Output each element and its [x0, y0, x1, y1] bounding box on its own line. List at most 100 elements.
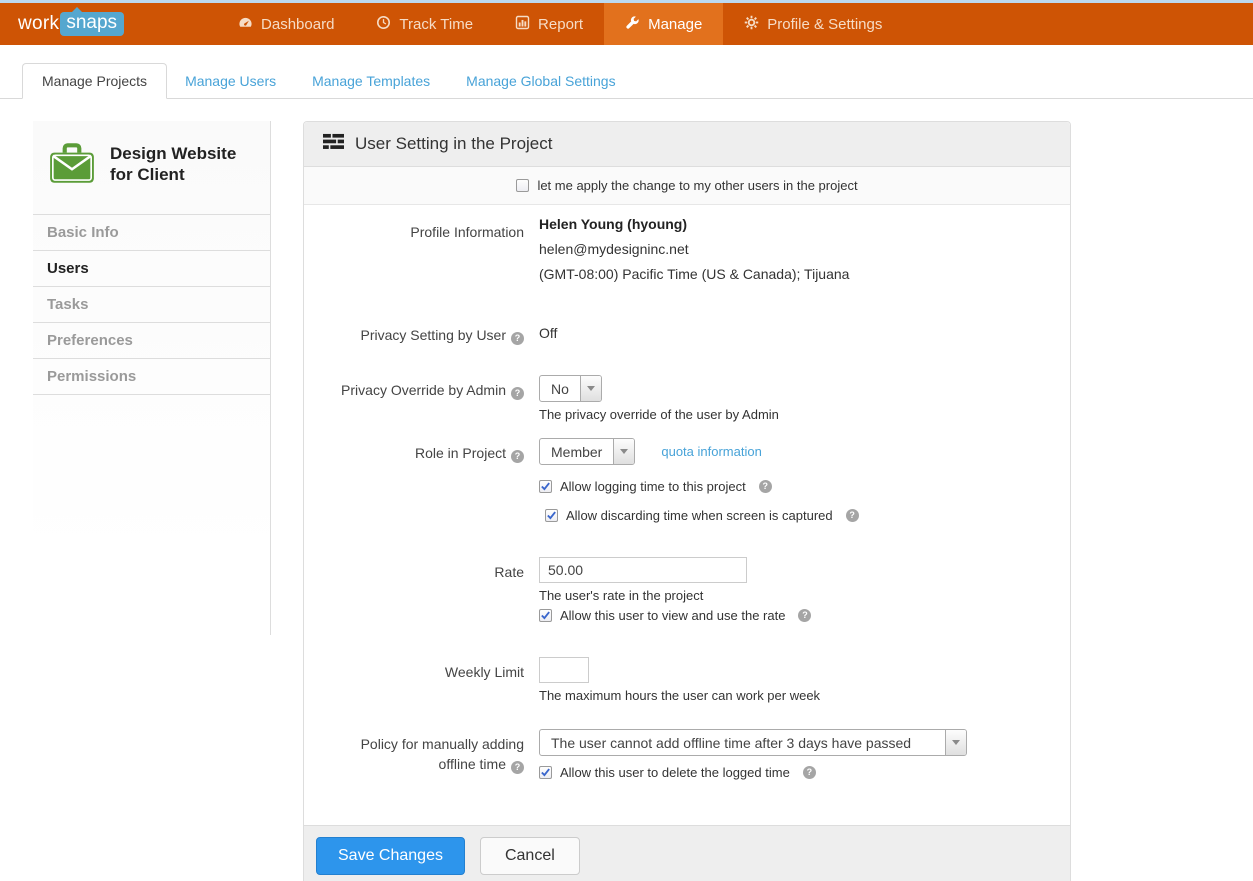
project-header: Design Website for Client	[33, 121, 270, 202]
nav-item-track-time[interactable]: Track Time	[355, 3, 494, 45]
offline-policy-select[interactable]: The user cannot add offline time after 3…	[539, 729, 967, 756]
profile-information-label: Profile Information	[304, 217, 524, 242]
allow-discarding-line: Allow discarding time when screen is cap…	[545, 508, 859, 523]
page: work snaps Dashboard Track Time Report M…	[0, 0, 1253, 881]
nav-item-label: Manage	[648, 16, 702, 33]
privacy-override-selected-value: No	[540, 376, 580, 401]
privacy-override-label: Privacy Override by Admin	[341, 382, 506, 398]
help-icon[interactable]: ?	[803, 766, 816, 779]
sidebar-item-preferences[interactable]: Preferences	[33, 323, 270, 359]
project-title: Design Website for Client	[110, 138, 260, 188]
weekly-limit-helper: The maximum hours the user can work per …	[539, 688, 820, 703]
select-arrow-button[interactable]	[613, 439, 634, 464]
cancel-button[interactable]: Cancel	[480, 837, 580, 875]
nav-item-dashboard[interactable]: Dashboard	[217, 3, 355, 45]
help-icon[interactable]: ?	[511, 761, 524, 774]
nav-item-profile-settings[interactable]: Profile & Settings	[723, 3, 903, 45]
role-label-wrap: Role in Project?	[304, 438, 524, 463]
nav-item-label: Dashboard	[261, 16, 334, 33]
chevron-down-icon	[620, 449, 628, 454]
bubble-tip-icon	[71, 7, 83, 13]
privacy-override-label-wrap: Privacy Override by Admin?	[304, 375, 524, 400]
logo-text-snaps: snaps	[66, 12, 117, 33]
project-menu: Basic Info Users Tasks Preferences Permi…	[33, 214, 270, 395]
help-icon[interactable]: ?	[511, 332, 524, 345]
privacy-override-row: Privacy Override by Admin? No The privac…	[304, 375, 1070, 422]
rate-label: Rate	[304, 557, 524, 582]
project-sidebar: Design Website for Client Basic Info Use…	[33, 121, 271, 635]
weekly-limit-input[interactable]	[539, 657, 589, 683]
rate-allow-label: Allow this user to view and use the rate	[560, 608, 785, 623]
weekly-limit-control: The maximum hours the user can work per …	[539, 657, 820, 703]
allow-logging-checkbox[interactable]	[539, 480, 552, 493]
panel-header: User Setting in the Project	[304, 122, 1070, 167]
offline-policy-row: Policy for manually adding offline time?…	[304, 729, 1070, 780]
user-setting-form: Profile Information Helen Young (hyoung)…	[304, 205, 1070, 825]
role-control: Member quota information	[539, 438, 762, 465]
role-selected-value: Member	[540, 439, 613, 464]
rate-allow-line: Allow this user to view and use the rate…	[539, 608, 811, 623]
apply-to-others-checkbox[interactable]	[516, 179, 529, 192]
role-select[interactable]: Member	[539, 438, 635, 465]
help-icon[interactable]: ?	[798, 609, 811, 622]
user-full-name: Helen Young (hyoung)	[539, 217, 849, 231]
help-icon[interactable]: ?	[511, 387, 524, 400]
allow-logging-label: Allow logging time to this project	[560, 479, 746, 494]
help-icon[interactable]: ?	[846, 509, 859, 522]
quota-information-link[interactable]: quota information	[661, 444, 761, 459]
offline-policy-label-line2: offline time	[439, 756, 506, 772]
clock-icon	[376, 15, 391, 34]
help-icon[interactable]: ?	[511, 450, 524, 463]
briefcase-icon	[47, 138, 97, 188]
user-setting-panel: User Setting in the Project let me apply…	[303, 121, 1071, 881]
user-timezone: (GMT-08:00) Pacific Time (US & Canada); …	[539, 267, 849, 281]
tab-manage-users[interactable]: Manage Users	[167, 64, 294, 98]
privacy-setting-label-wrap: Privacy Setting by User?	[304, 320, 524, 345]
logo-badge-snaps: snaps	[60, 12, 124, 36]
select-arrow-button[interactable]	[945, 730, 966, 755]
privacy-override-select[interactable]: No	[539, 375, 602, 402]
manage-tabs: Manage Projects Manage Users Manage Temp…	[0, 62, 1253, 99]
privacy-setting-label: Privacy Setting by User	[361, 327, 507, 343]
tab-manage-global-settings[interactable]: Manage Global Settings	[448, 64, 633, 98]
role-label: Role in Project	[415, 445, 506, 461]
offline-policy-control: The user cannot add offline time after 3…	[539, 729, 967, 780]
wrench-icon	[625, 15, 640, 34]
offline-policy-selected-value: The user cannot add offline time after 3…	[540, 730, 922, 755]
nav-item-report[interactable]: Report	[494, 3, 604, 45]
profile-information-value: Helen Young (hyoung) helen@mydesigninc.n…	[539, 217, 849, 292]
list-bars-icon	[323, 133, 344, 155]
user-email: helen@mydesigninc.net	[539, 242, 849, 256]
worksnaps-logo[interactable]: work snaps	[18, 3, 124, 45]
allow-discarding-label: Allow discarding time when screen is cap…	[566, 508, 833, 523]
sidebar-item-tasks[interactable]: Tasks	[33, 287, 270, 323]
rate-input[interactable]	[539, 557, 747, 583]
rate-row: Rate The user's rate in the project Allo…	[304, 557, 1070, 623]
save-changes-button[interactable]: Save Changes	[316, 837, 465, 875]
logo-text-work: work	[18, 13, 59, 35]
allow-logging-row: Allow logging time to this project?	[304, 479, 1070, 494]
chevron-down-icon	[952, 740, 960, 745]
nav-item-label: Track Time	[399, 16, 473, 33]
select-arrow-button[interactable]	[580, 376, 601, 401]
panel-title: User Setting in the Project	[355, 134, 552, 154]
sidebar-item-basic-info[interactable]: Basic Info	[33, 215, 270, 251]
privacy-override-helper: The privacy override of the user by Admi…	[539, 407, 779, 422]
tab-manage-templates[interactable]: Manage Templates	[294, 64, 448, 98]
sidebar-item-permissions[interactable]: Permissions	[33, 359, 270, 395]
allow-logging-line: Allow logging time to this project?	[539, 479, 772, 494]
gear-icon	[744, 15, 759, 34]
weekly-limit-row: Weekly Limit The maximum hours the user …	[304, 657, 1070, 703]
help-icon[interactable]: ?	[759, 480, 772, 493]
allow-delete-checkbox[interactable]	[539, 766, 552, 779]
role-in-project-row: Role in Project? Member quota informatio…	[304, 438, 1070, 465]
tab-manage-projects[interactable]: Manage Projects	[22, 63, 167, 99]
rate-control: The user's rate in the project Allow thi…	[539, 557, 811, 623]
apply-to-others-label: let me apply the change to my other user…	[537, 178, 857, 193]
offline-policy-label-line1: Policy for manually adding	[304, 734, 524, 754]
allow-discarding-checkbox[interactable]	[545, 509, 558, 522]
rate-allow-checkbox[interactable]	[539, 609, 552, 622]
nav-item-manage[interactable]: Manage	[604, 3, 723, 45]
rate-helper: The user's rate in the project	[539, 588, 811, 603]
sidebar-item-users[interactable]: Users	[33, 251, 270, 287]
